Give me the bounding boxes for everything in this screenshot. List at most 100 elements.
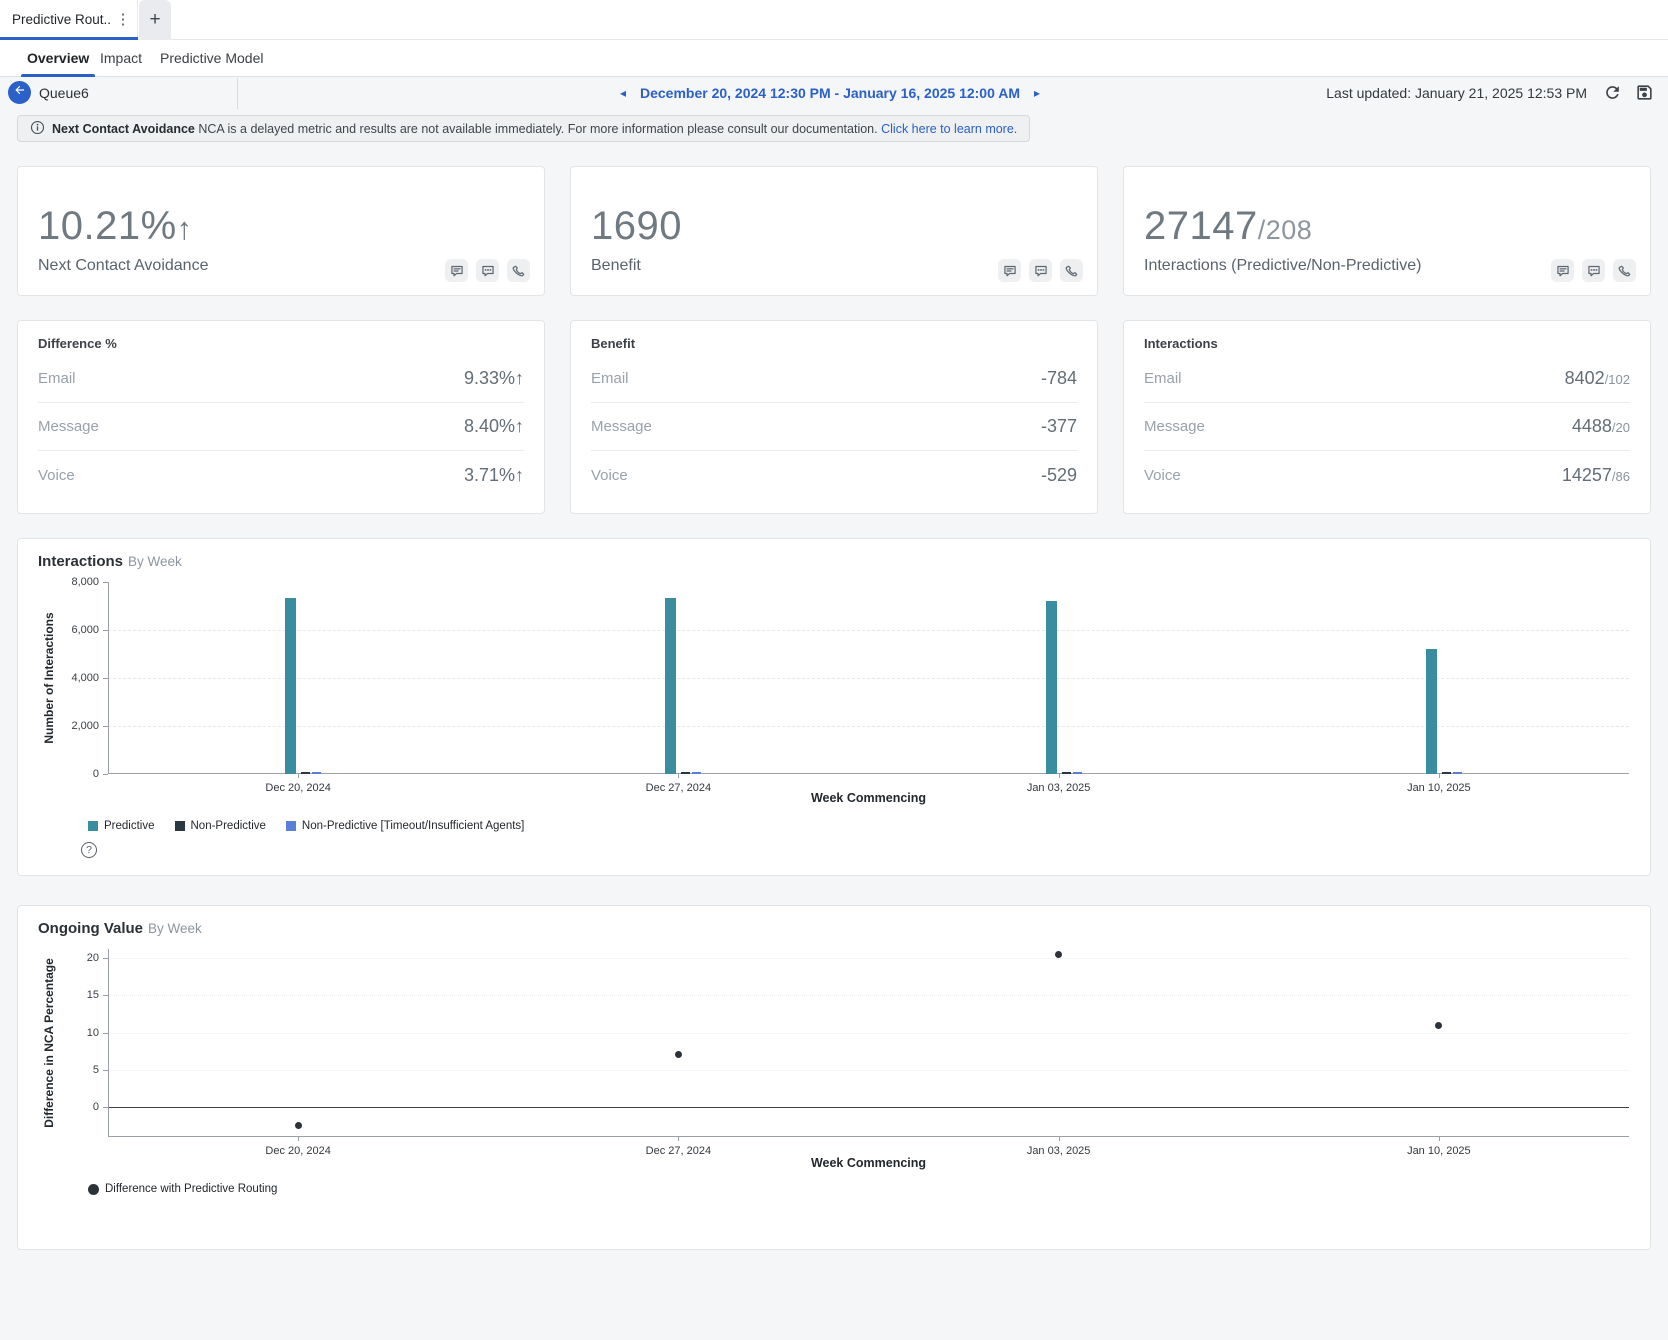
row-label: Message [1144,418,1205,435]
refresh-button[interactable] [1603,83,1622,102]
up-arrow-icon: ↑ [177,211,193,246]
x-tick-mark [298,774,299,778]
bar-predictive [665,598,676,774]
x-tick-mark [1059,774,1060,778]
table-row: Email8402/102 [1144,355,1630,403]
difference-card: Difference % Email9.33%↑ Message8.40%↑ V… [17,320,545,514]
kpi-number: 10.21% [38,204,177,248]
gridline [108,1070,1629,1071]
tab-overview[interactable]: Overview [27,40,89,77]
learn-more-link[interactable]: Click here to learn more. [881,122,1017,136]
legend-item[interactable]: Non-Predictive [Timeout/Insufficient Age… [286,820,524,832]
y-tick-mark [103,774,108,775]
bar-predictive [1046,601,1057,774]
kpi-card-benefit: 1690 Benefit [570,166,1098,296]
legend-label: Predictive [104,820,155,832]
tab-predictive-model[interactable]: Predictive Model [160,40,264,77]
bar-non-predictive-timeout-insufficient-agents- [1453,772,1462,774]
y-tick-label: 5 [93,1064,99,1076]
new-tab-button[interactable]: + [139,0,171,40]
voice-icon[interactable] [1060,259,1083,282]
kpi-number: 27147 [1144,204,1258,248]
table-row: Voice 3.71%↑ [38,451,524,499]
row-label: Email [1144,370,1182,387]
benefit-card: Benefit Email-784 Message-377 Voice-529 [570,320,1098,514]
x-tick-mark [678,1137,679,1141]
chart-title: Ongoing ValueBy Week [38,920,202,937]
x-tick-mark [1439,774,1440,778]
voice-icon[interactable] [507,259,530,282]
row-label: Voice [38,467,75,484]
gridline [108,678,1629,679]
x-tick-mark [298,1137,299,1141]
table-row: Voice14257/86 [1144,451,1630,499]
tab-impact[interactable]: Impact [100,40,142,77]
next-period-button[interactable]: ▸ [1034,84,1040,102]
y-tick-label: 15 [87,989,99,1001]
interactions-card: Interactions Email8402/102 Message4488/2… [1123,320,1651,514]
data-point [675,1051,682,1058]
channel-filter-icons [1551,259,1636,282]
table-row: Voice-529 [591,451,1077,499]
bar-non-predictive [1062,772,1071,774]
gridline [108,995,1629,996]
section-nav: Overview Impact Predictive Model [0,40,1668,77]
bar-non-predictive-timeout-insufficient-agents- [692,772,701,774]
voice-icon[interactable] [1613,259,1636,282]
y-axis-label: Difference in NCA Percentage [42,958,56,1128]
email-icon[interactable] [445,259,468,282]
email-icon[interactable] [998,259,1021,282]
gridline [108,958,1629,959]
chart-title-text: Ongoing Value [38,920,143,937]
table-row: Email-784 [591,355,1077,403]
row-value-main: 4488 [1572,416,1612,436]
y-tick-label: 10 [87,1027,99,1039]
y-tick-label: 2,000 [71,720,99,732]
date-range-nav: ◂ December 20, 2024 12:30 PM - January 1… [620,84,1040,102]
row-label: Email [38,370,76,387]
kpi-secondary: /208 [1258,215,1313,245]
y-tick-label: 4,000 [71,672,99,684]
row-label: Message [591,418,652,435]
data-point [1435,1022,1442,1029]
legend-item[interactable]: Non-Predictive [175,820,266,832]
x-axis-line [108,1136,1629,1137]
dashboard-tab[interactable]: Predictive Rout... ⋮ [0,0,138,40]
detail-rows: Email8402/102 Message 4488/20 Voice14257/… [1144,355,1630,499]
email-icon[interactable] [1551,259,1574,282]
bar-non-predictive-timeout-insufficient-agents- [312,772,321,774]
x-tick-mark [678,774,679,778]
y-tick-label: 0 [93,768,99,780]
legend-label: Non-Predictive [191,820,266,832]
row-value: 9.33%↑ [464,368,524,389]
prev-period-button[interactable]: ◂ [620,84,626,102]
legend-label: Non-Predictive [Timeout/Insufficient Age… [302,820,524,832]
date-range[interactable]: December 20, 2024 12:30 PM - January 16,… [640,85,1020,101]
help-icon[interactable]: ? [81,842,97,858]
row-label: Message [38,418,99,435]
row-value-secondary: /20 [1612,420,1630,435]
kpi-number: 1690 [591,204,682,248]
save-button[interactable] [1635,83,1654,102]
message-icon[interactable] [476,259,499,282]
back-button[interactable] [8,81,31,104]
detail-rows: Email 9.33%↑ Message 8.40%↑ Voice 3.71%↑ [38,355,524,499]
row-value: 4488/20 [1572,416,1630,437]
row-value: 3.71%↑ [464,465,524,486]
legend-item[interactable]: Predictive [88,820,155,832]
row-value: 8.40%↑ [464,416,524,437]
kpi-label: Benefit [591,257,641,275]
y-tick-label: 8,000 [71,576,99,588]
kebab-menu-icon[interactable]: ⋮ [115,10,131,30]
header-divider [237,78,238,109]
legend-label: Difference with Predictive Routing [105,1183,277,1195]
banner-text: Next Contact Avoidance NCA is a delayed … [52,122,1017,136]
legend-item[interactable]: Difference with Predictive Routing [88,1183,277,1195]
message-icon[interactable] [1582,259,1605,282]
interactions-chart-card: InteractionsBy Week Number of Interactio… [17,538,1651,876]
row-value-main: 14257 [1562,465,1612,485]
legend-swatch [175,821,185,831]
queue-name: Queue6 [39,85,89,101]
message-icon[interactable] [1029,259,1052,282]
table-row: Message-377 [591,403,1077,451]
